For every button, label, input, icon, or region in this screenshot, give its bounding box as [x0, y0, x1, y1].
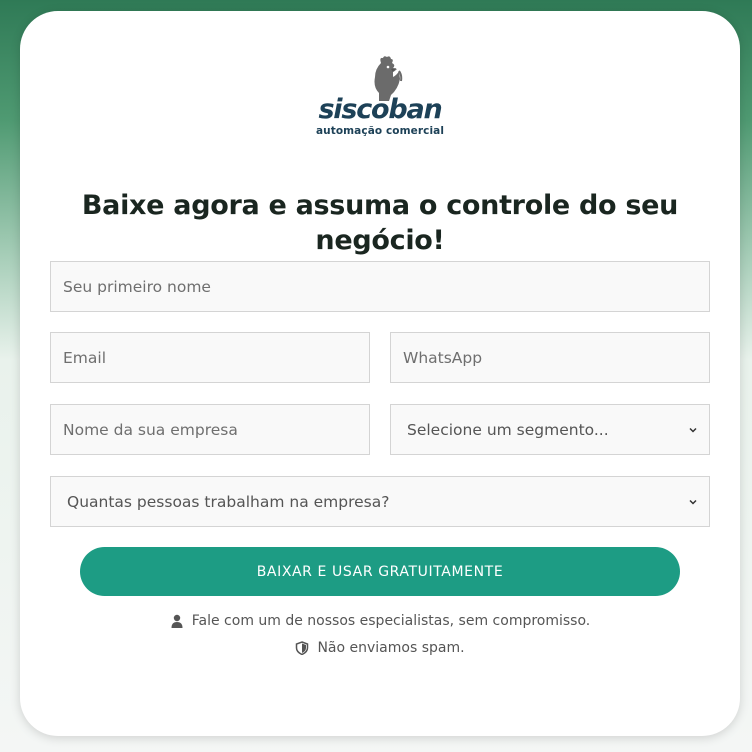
segment-select[interactable]: Selecione um segmento...	[390, 404, 710, 455]
whatsapp-input[interactable]	[390, 332, 710, 383]
siscoban-logo: siscoban automação comercial	[20, 55, 740, 137]
page-title: Baixe agora e assuma o controle do seu n…	[81, 190, 679, 256]
user-icon	[171, 614, 183, 628]
spam-note-text: Não enviamos spam.	[317, 640, 465, 656]
chevron-down-icon	[689, 427, 697, 433]
shield-icon	[296, 641, 309, 655]
first-name-input[interactable]	[50, 261, 710, 312]
specialist-note: Fale com um de nossos especialistas, sem…	[20, 613, 740, 629]
employees-select-value: Quantas pessoas trabalham na empresa?	[67, 492, 390, 511]
logo-tagline: automação comercial	[315, 125, 445, 137]
email-input[interactable]	[50, 332, 370, 383]
employees-select[interactable]: Quantas pessoas trabalham na empresa?	[50, 476, 710, 527]
segment-select-value: Selecione um segmento...	[407, 420, 609, 439]
specialist-note-text: Fale com um de nossos especialistas, sem…	[191, 613, 591, 629]
chevron-down-icon	[689, 499, 697, 505]
spam-note: Não enviamos spam.	[20, 640, 740, 656]
logo-wordmark: siscoban	[318, 94, 442, 125]
company-name-input[interactable]	[50, 404, 370, 455]
download-button[interactable]: BAIXAR E USAR GRATUITAMENTE	[80, 547, 680, 596]
signup-card: siscoban automação comercial Baixe agora…	[20, 11, 740, 736]
